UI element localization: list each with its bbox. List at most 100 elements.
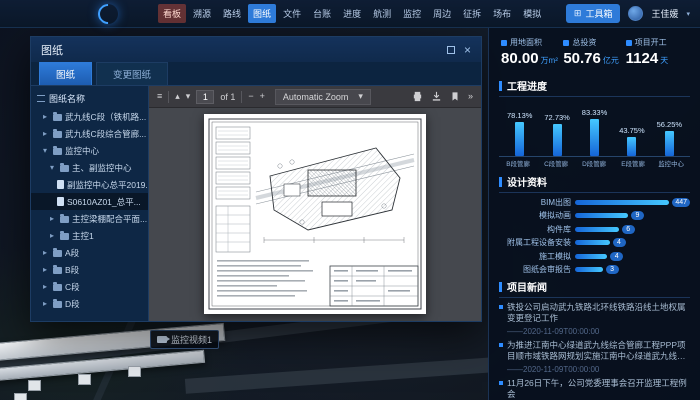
tree-item[interactable]: ▸ 主控梁棚配合平面... (31, 210, 148, 227)
kpi-value: 50.76 (563, 50, 601, 67)
bookmark-icon[interactable] (450, 91, 460, 102)
close-icon[interactable]: × (464, 44, 471, 56)
kpi-value: 80.00 (501, 50, 539, 67)
nav-item[interactable]: 进度 (338, 4, 366, 23)
chevron-right-icon: ▸ (50, 232, 57, 240)
design-bar-fill (575, 267, 603, 272)
user-avatar[interactable] (628, 6, 643, 21)
folder-icon (53, 267, 62, 274)
toolbox-button[interactable]: ⊞ 工具箱 (566, 4, 621, 23)
camera-marker[interactable]: 监控视频1 (150, 330, 219, 349)
pdf-toolbar: ≡ ▴ ▾ of 1 − + Automatic Zoom ▾ (149, 86, 481, 108)
news-item[interactable]: 铁投公司启动武九铁路北环线铁路沿线土地权属变更登记工作 ——2020-11-09… (499, 302, 690, 336)
grid-icon: ⊞ (574, 9, 582, 18)
kpi-days-started: 项目开工 1124天 (626, 37, 688, 66)
nav-item[interactable]: 监控 (398, 4, 426, 23)
kpi-investment: 总投资 50.76亿元 (563, 37, 625, 66)
chevron-right-icon: ▸ (43, 300, 50, 308)
camera-icon (157, 336, 167, 343)
page-down-icon[interactable]: ▾ (186, 92, 191, 101)
zoom-out-icon[interactable]: − (248, 92, 253, 101)
page-up-icon[interactable]: ▴ (175, 92, 180, 101)
news-date: ——2020-11-09T00:00:00 (507, 327, 690, 336)
nav-item[interactable]: 溯源 (188, 4, 216, 23)
nav-item[interactable]: 航测 (368, 4, 396, 23)
tree-item-selected[interactable]: S0610AZ01_总平... (31, 193, 148, 210)
area-icon (501, 40, 507, 46)
main-nav: 看板 溯源 路线 图纸 文件 台账 进度 航测 监控 周边 征拆 场布 模拟 (158, 4, 546, 23)
scene-road (185, 357, 488, 394)
pdf-document-area[interactable] (149, 108, 481, 321)
tree-item[interactable]: ▸ D段 (31, 295, 148, 312)
progress-value: 56.25% (657, 120, 682, 129)
page-number-input[interactable] (196, 90, 214, 104)
tree-item[interactable]: ▸ A段 (31, 244, 148, 261)
nav-item-drawings[interactable]: 图纸 (248, 4, 276, 23)
progress-value: 43.75% (619, 126, 644, 135)
download-icon[interactable] (431, 91, 442, 102)
tree-header: 图纸名称 (31, 89, 148, 108)
file-icon (57, 180, 64, 189)
progress-value: 72.73% (544, 113, 569, 122)
tree-item[interactable]: ▸ C段 (31, 278, 148, 295)
chevron-right-icon: ▸ (43, 113, 50, 121)
nav-item-dashboard[interactable]: 看板 (158, 4, 186, 23)
design-badge: 4 (613, 238, 626, 247)
section-title-progress: 工程进度 (499, 78, 690, 97)
design-badge: 9 (631, 211, 644, 220)
kpi-value: 1124 (626, 50, 659, 67)
design-badge: 447 (672, 198, 690, 207)
tree-item[interactable]: ▸ 武九线C段（铁机路... (31, 108, 148, 125)
nav-item[interactable]: 路线 (218, 4, 246, 23)
tree-item[interactable]: ▸ 武九线C段综合管廊... (31, 125, 148, 142)
sidebar-toggle-icon[interactable]: ≡ (157, 92, 162, 101)
nav-item[interactable]: 文件 (278, 4, 306, 23)
design-bar-fill (575, 213, 628, 218)
tree-item[interactable]: ▸ 主控1 (31, 227, 148, 244)
user-name[interactable]: 王佳媛 (651, 7, 678, 20)
design-badge: 4 (610, 252, 623, 261)
modal-title: 图纸 (41, 42, 63, 58)
folder-icon (60, 165, 69, 172)
zoom-select[interactable]: Automatic Zoom ▾ (275, 89, 371, 105)
more-tools-icon[interactable]: » (468, 92, 473, 101)
investment-icon (563, 40, 569, 46)
tree-item[interactable]: 副监控中心总平2019... (31, 176, 148, 193)
tree-item[interactable]: ▾ 主、副监控中心 (31, 159, 148, 176)
design-bar-chart: BIM出图447 模拟动画9 构件库6 附属工程设备安装4 施工模拟4 图纸会审… (499, 198, 690, 275)
print-icon[interactable] (412, 91, 423, 102)
topbar-right: ⊞ 工具箱 王佳媛 ▾ (566, 4, 690, 23)
nav-item[interactable]: 周边 (428, 4, 456, 23)
nav-item[interactable]: 模拟 (518, 4, 546, 23)
blueprint-drawing (204, 114, 426, 314)
tab-drawings[interactable]: 图纸 (39, 62, 92, 85)
divider (168, 91, 169, 103)
divider (241, 91, 242, 103)
toolbox-button-label: 工具箱 (585, 7, 612, 20)
nav-item[interactable]: 场布 (488, 4, 516, 23)
chevron-right-icon: ▸ (50, 215, 57, 223)
blueprint-sheet[interactable] (204, 114, 426, 314)
kpi-land-area: 用地面积 80.00万m² (501, 37, 563, 66)
modal-header[interactable]: 图纸 × (31, 37, 481, 62)
design-bar-fill (575, 227, 619, 232)
news-item[interactable]: 11月26日下午，公司党委理事会召开监理工程例会 (499, 378, 690, 400)
tab-changed-drawings[interactable]: 变更图纸 (96, 62, 168, 85)
chevron-right-icon: ▸ (43, 283, 50, 291)
folder-icon (53, 114, 62, 121)
app-window: 监控视频1 看板 溯源 路线 图纸 文件 台账 进度 航测 监控 周边 征拆 场… (0, 0, 700, 400)
nav-item[interactable]: 征拆 (458, 4, 486, 23)
caret-down-icon[interactable]: ▾ (686, 10, 690, 18)
tree-item[interactable]: ▸ B段 (31, 261, 148, 278)
progress-bar-chart: 78.13% 72.73% 83.33% 43.75% 56.25% (499, 101, 690, 157)
news-item[interactable]: 为推进江南中心绿道武九线综合管廊工程PPP项目顺市域铁路网规划实施江南中心绿道武… (499, 340, 690, 374)
camera-marker-label: 监控视频1 (171, 333, 212, 346)
design-bar-fill (575, 254, 607, 259)
news-date: ——2020-11-09T00:00:00 (507, 365, 690, 374)
tree-item[interactable]: ▾ 监控中心 (31, 142, 148, 159)
zoom-in-icon[interactable]: + (260, 92, 265, 101)
fullscreen-icon[interactable] (447, 46, 455, 54)
progress-bar (515, 122, 524, 156)
chevron-down-icon: ▾ (50, 164, 57, 172)
nav-item[interactable]: 台账 (308, 4, 336, 23)
